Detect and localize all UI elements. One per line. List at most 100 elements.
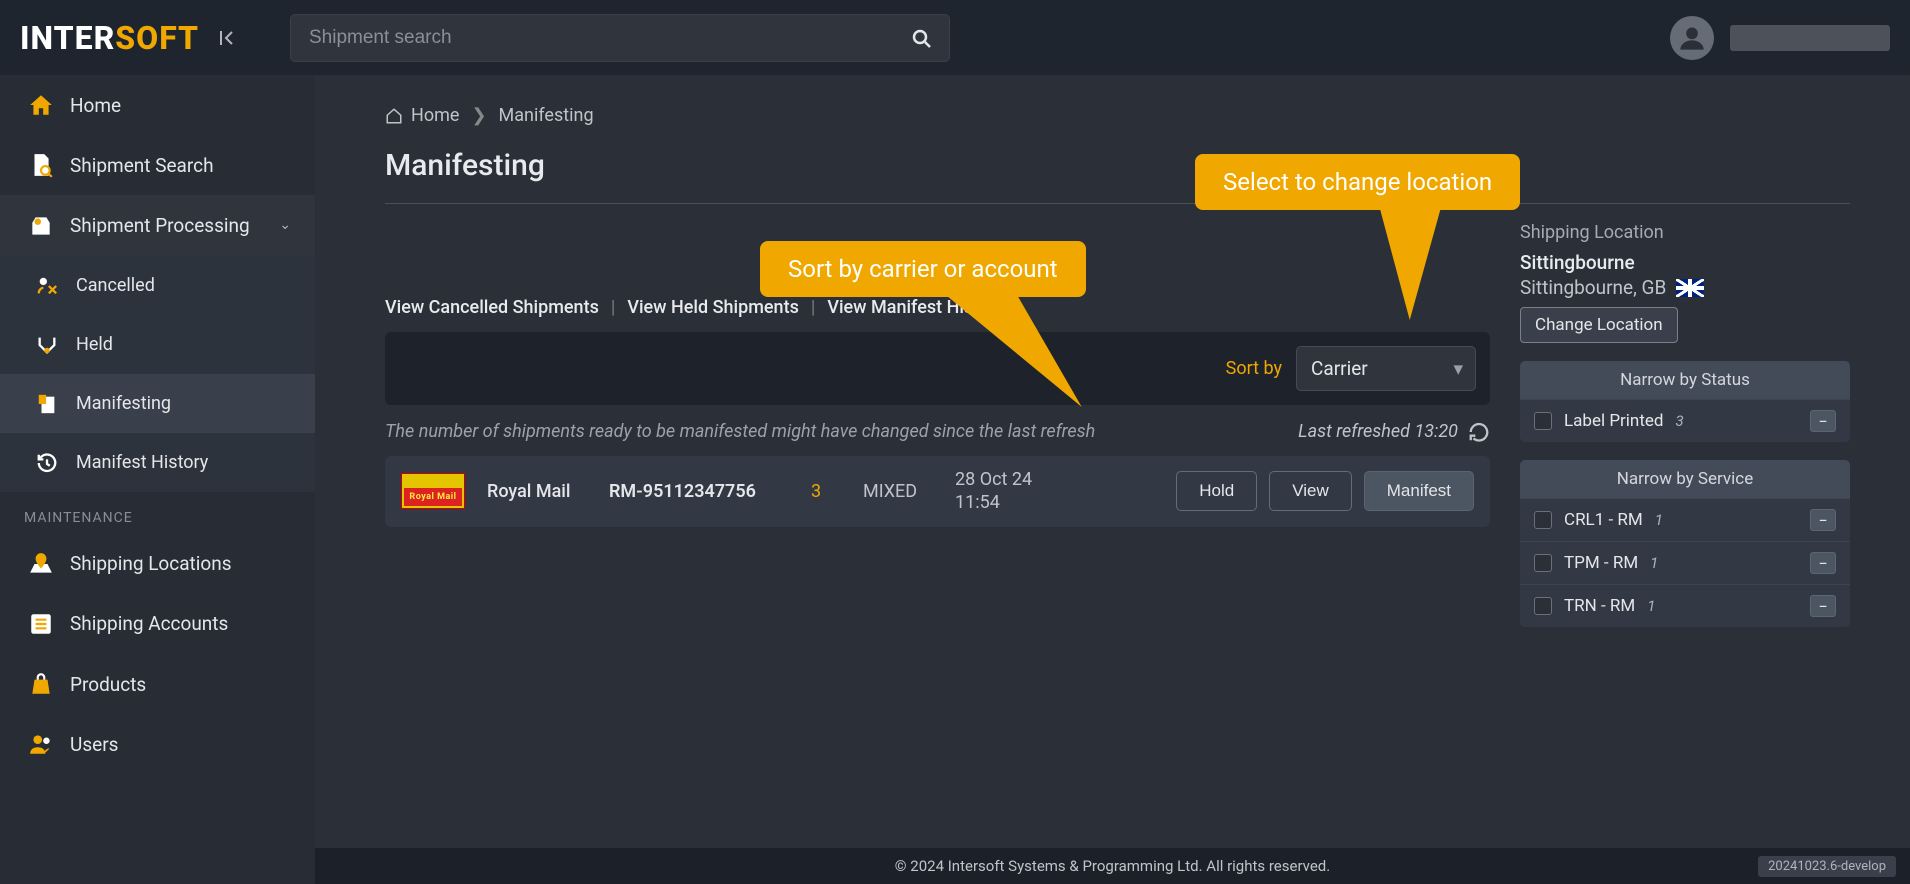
- sidebar-item-manifesting[interactable]: Manifesting: [0, 374, 315, 433]
- narrow-by-status-panel: Narrow by Status Label Printed 3 −: [1520, 361, 1850, 442]
- sort-value: Carrier: [1311, 357, 1368, 380]
- refresh-note: The number of shipments ready to be mani…: [385, 421, 1095, 442]
- footer: © 2024 Intersoft Systems & Programming L…: [315, 848, 1910, 884]
- sidebar-item-shipment-processing[interactable]: Shipment Processing ⌄: [0, 195, 315, 255]
- service-count: 1: [1647, 597, 1655, 615]
- history-icon: [30, 450, 64, 475]
- topbar: INTERSOFT: [0, 0, 1910, 75]
- panel-title: Narrow by Status: [1520, 361, 1850, 399]
- remove-filter-button[interactable]: −: [1810, 595, 1836, 617]
- shipping-location-name: Sittingbourne: [1520, 251, 1850, 274]
- brand-logo: INTERSOFT: [20, 19, 280, 57]
- shipment-row: Royal Mail Royal Mail RM-95112347756 3 M…: [385, 456, 1490, 527]
- bag-icon: [24, 671, 58, 697]
- flag-gb-icon: [1676, 279, 1704, 297]
- remove-filter-button[interactable]: −: [1810, 552, 1836, 574]
- home-icon: [385, 107, 403, 125]
- username-chip[interactable]: [1730, 25, 1890, 51]
- refresh-icon[interactable]: [1468, 419, 1490, 444]
- copyright: © 2024 Intersoft Systems & Programming L…: [895, 857, 1330, 875]
- page-title: Manifesting: [385, 148, 1850, 183]
- service-count: 1: [1650, 554, 1658, 572]
- list-icon: [24, 611, 58, 637]
- sidebar-item-held[interactable]: Held: [0, 315, 315, 374]
- checkbox[interactable]: [1534, 511, 1552, 529]
- doc-search-icon: [24, 152, 58, 178]
- sidebar-item-label: Shipping Locations: [70, 552, 232, 575]
- build-tag: 20241023.6-develop: [1758, 856, 1896, 877]
- shipment-count: 3: [811, 481, 841, 502]
- sidebar-item-cancelled[interactable]: Cancelled: [0, 256, 315, 315]
- narrow-by-service-panel: Narrow by Service CRL1 - RM 1 − TPM - RM…: [1520, 460, 1850, 627]
- link-view-cancelled[interactable]: View Cancelled Shipments: [385, 297, 599, 318]
- service-label: CRL1 - RM: [1564, 510, 1643, 530]
- brand-part2: SOFT: [115, 19, 199, 57]
- sidebar-collapse-icon[interactable]: [217, 25, 237, 50]
- shipping-location-sub: Sittingbourne, GB: [1520, 276, 1850, 299]
- divider: [385, 203, 1850, 204]
- checkbox[interactable]: [1534, 554, 1552, 572]
- sidebar-item-label: Manifesting: [76, 393, 171, 414]
- status-count: 3: [1676, 412, 1684, 430]
- sidebar-item-products[interactable]: Products: [0, 654, 315, 714]
- hold-button[interactable]: Hold: [1176, 471, 1257, 511]
- manifest-button[interactable]: Manifest: [1364, 471, 1474, 511]
- shipment-date: 28 Oct 24 11:54: [955, 468, 1075, 515]
- sidebar-item-shipment-search[interactable]: Shipment Search: [0, 135, 315, 195]
- processing-icon: [24, 212, 58, 238]
- sort-select[interactable]: Carrier: [1296, 346, 1476, 391]
- chevron-down-icon: ⌄: [279, 217, 291, 233]
- destination: MIXED: [863, 481, 933, 502]
- sidebar: Home Shipment Search Shipment Processing…: [0, 75, 315, 884]
- change-location-button[interactable]: Change Location: [1520, 307, 1678, 343]
- service-label: TPM - RM: [1564, 553, 1638, 573]
- cancel-icon: [30, 273, 64, 298]
- sidebar-item-shipping-accounts[interactable]: Shipping Accounts: [0, 594, 315, 654]
- view-button[interactable]: View: [1269, 471, 1352, 511]
- held-icon: [30, 332, 64, 357]
- royal-mail-logo: Royal Mail: [401, 473, 465, 509]
- main-content: Home ❯ Manifesting Manifesting View Canc…: [315, 75, 1910, 848]
- service-count: 1: [1655, 511, 1663, 529]
- sidebar-item-label: Products: [70, 673, 146, 696]
- avatar[interactable]: [1670, 16, 1714, 60]
- checkbox[interactable]: [1534, 412, 1552, 430]
- chevron-right-icon: ❯: [471, 105, 486, 126]
- manifest-icon: [30, 391, 64, 416]
- account-number: RM-95112347756: [609, 481, 789, 502]
- remove-filter-button[interactable]: −: [1810, 410, 1836, 432]
- sidebar-item-shipping-locations[interactable]: Shipping Locations: [0, 534, 315, 594]
- status-item: Label Printed 3 −: [1520, 399, 1850, 442]
- panel-title: Narrow by Service: [1520, 460, 1850, 498]
- search-wrap: [290, 14, 950, 62]
- sidebar-item-users[interactable]: Users: [0, 714, 315, 774]
- sidebar-item-label: Shipping Accounts: [70, 612, 228, 635]
- callout-sort: Sort by carrier or account: [760, 241, 1086, 297]
- sidebar-item-home[interactable]: Home: [0, 75, 315, 135]
- brand-part1: INTER: [20, 19, 115, 57]
- service-item: TPM - RM 1 −: [1520, 541, 1850, 584]
- sidebar-item-manifest-history[interactable]: Manifest History: [0, 433, 315, 492]
- pin-icon: [24, 551, 58, 577]
- topbar-right: [1670, 16, 1890, 60]
- sidebar-item-label: Users: [70, 733, 118, 756]
- breadcrumb: Home ❯ Manifesting: [385, 105, 1850, 126]
- link-view-held[interactable]: View Held Shipments: [627, 297, 799, 318]
- sidebar-section-maintenance: MAINTENANCE: [0, 492, 315, 534]
- service-item: CRL1 - RM 1 −: [1520, 498, 1850, 541]
- service-label: TRN - RM: [1564, 596, 1635, 616]
- carrier-name: Royal Mail: [487, 481, 587, 502]
- remove-filter-button[interactable]: −: [1810, 509, 1836, 531]
- sidebar-item-label: Held: [76, 334, 113, 355]
- breadcrumb-home[interactable]: Home: [385, 105, 459, 126]
- status-label: Label Printed: [1564, 411, 1664, 431]
- callout-location: Select to change location: [1195, 154, 1520, 210]
- checkbox[interactable]: [1534, 597, 1552, 615]
- search-input[interactable]: [290, 14, 950, 62]
- users-icon: [24, 731, 58, 757]
- home-icon: [24, 92, 58, 118]
- search-icon[interactable]: [912, 26, 932, 50]
- sidebar-item-label: Shipment Processing: [70, 214, 250, 237]
- breadcrumb-home-label: Home: [411, 105, 459, 126]
- shipping-location-title: Shipping Location: [1520, 222, 1850, 243]
